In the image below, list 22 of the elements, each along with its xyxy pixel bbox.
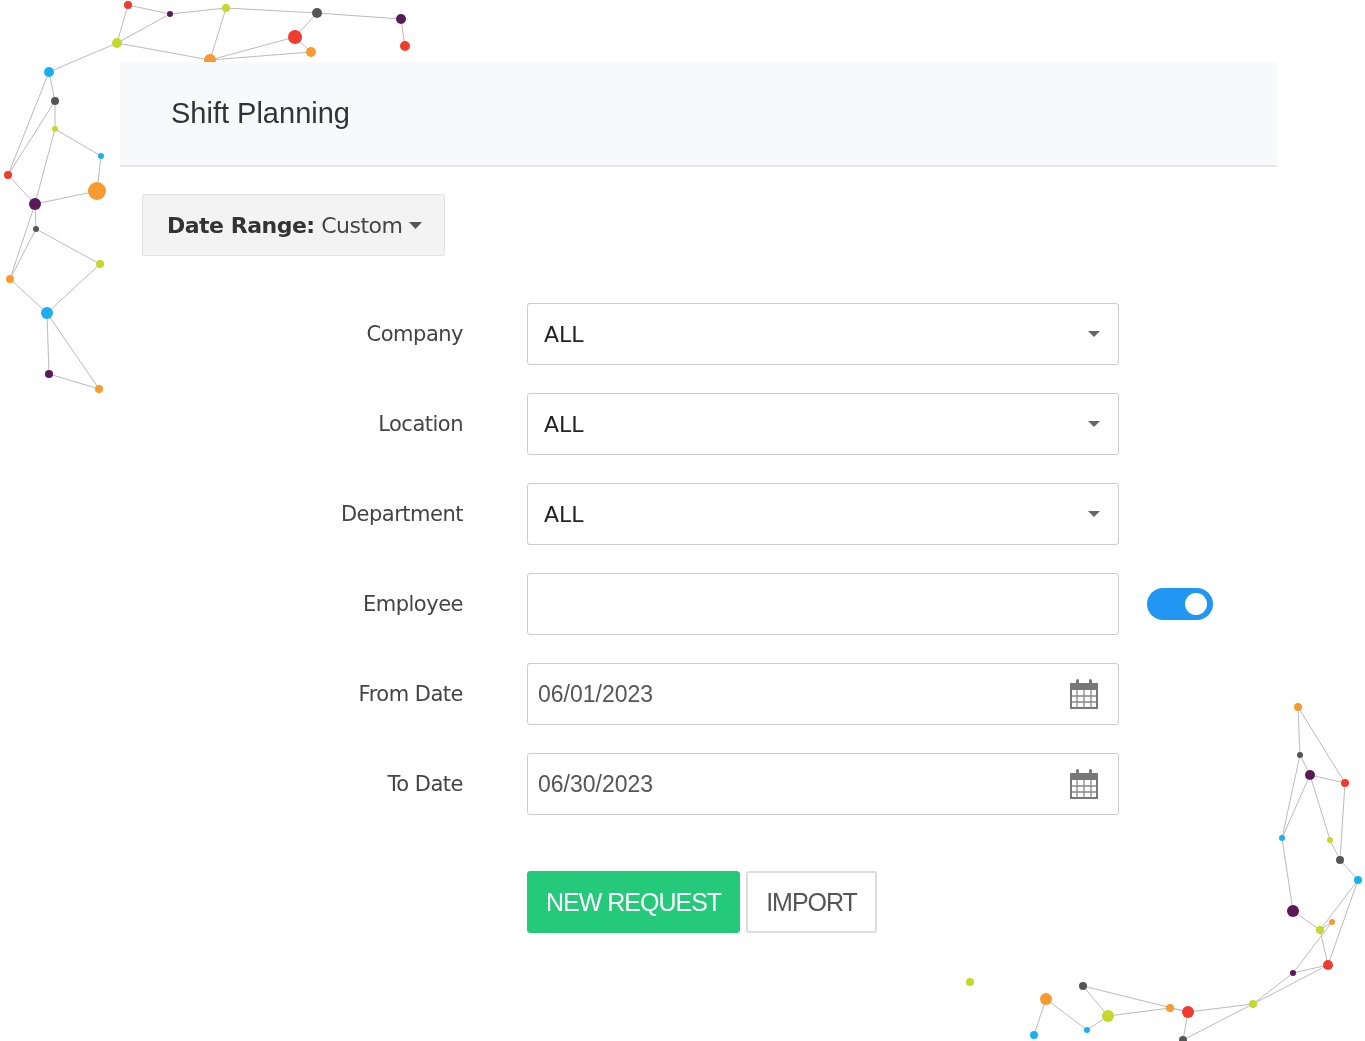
calendar-icon [1070,679,1098,709]
select-field[interactable]: ALL [527,483,1119,545]
calendar-icon [1070,769,1098,799]
caret-icon [1088,331,1100,337]
caret-icon [1088,421,1100,427]
caret-icon [1088,511,1100,517]
date-field[interactable]: 06/30/2023 [527,753,1119,815]
field-label: From Date [357,682,463,706]
select-field[interactable]: ALL [527,393,1119,455]
field-label: Location [377,412,463,436]
input-field[interactable] [527,573,1119,635]
page-title: Shift Planning [171,97,350,130]
field-label: Employee [362,592,463,616]
toggle-switch[interactable] [1147,588,1213,620]
select-field[interactable]: ALL [527,303,1119,365]
field-label: To Date [386,772,463,796]
date-range-dropdown[interactable]: Date Range: Custom [142,194,446,256]
import-button[interactable]: IMPORT [746,871,877,933]
date-field[interactable]: 06/01/2023 [527,663,1119,725]
caret-icon [409,221,423,229]
field-label: Department [339,502,463,526]
field-label: Company [365,322,463,346]
